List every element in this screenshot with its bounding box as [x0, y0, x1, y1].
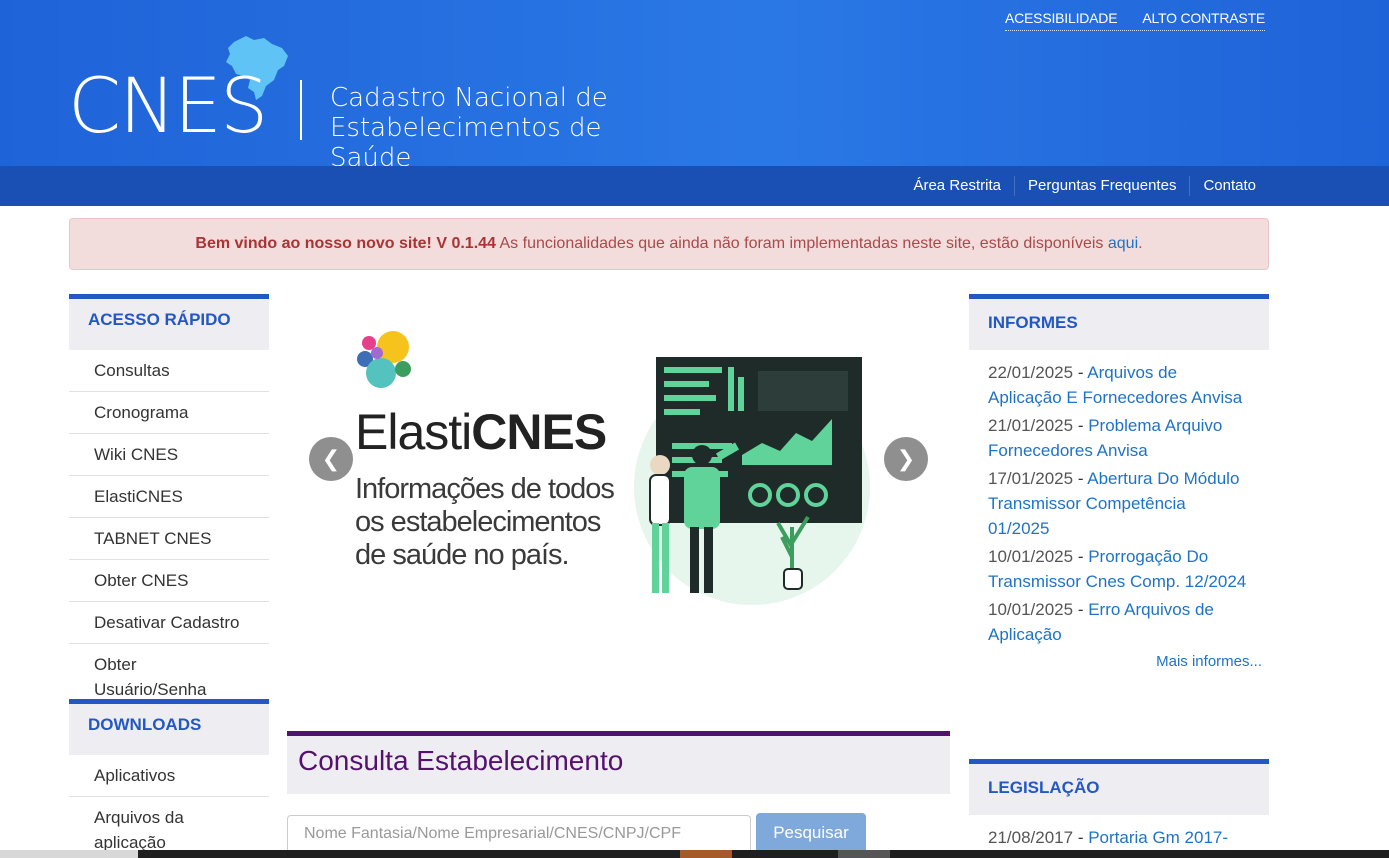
- taskbar-app-icon[interactable]: [838, 850, 890, 858]
- list-item: 21/08/2017 - Portaria Gm 2017-: [988, 828, 1229, 847]
- main-nav: Área Restrita Perguntas Frequentes Conta…: [0, 166, 1389, 206]
- quick-link-obter-cnes[interactable]: Obter CNES: [69, 560, 269, 602]
- brand-bold: CNES: [471, 404, 607, 460]
- legislacao-list: 21/08/2017 - Portaria Gm 2017-: [969, 815, 1269, 850]
- downloads-panel: DOWNLOADS Aplicativos Arquivos da aplica…: [69, 699, 269, 858]
- taskbar-strip: [138, 850, 1389, 858]
- quick-link-wiki[interactable]: Wiki CNES: [69, 434, 269, 476]
- list-item: 17/01/2025 - Abertura Do Módulo Transmis…: [988, 469, 1240, 538]
- elasticnes-tagline: Informações de todos os estabelecimentos…: [355, 473, 615, 572]
- informes-list: 22/01/2025 - Arquivos de Aplicação E For…: [969, 350, 1269, 647]
- downloads-title: DOWNLOADS: [69, 699, 269, 755]
- carousel-next-button[interactable]: ❯: [884, 437, 928, 481]
- alert-text: As funcionalidades que ainda não foram i…: [495, 235, 1108, 252]
- search-button[interactable]: Pesquisar: [756, 813, 866, 855]
- search-input[interactable]: Nome Fantasia/Nome Empresarial/CNES/CNPJ…: [287, 815, 751, 855]
- alert-bold: Bem vindo ao nosso novo site! V 0.1.44: [195, 235, 496, 252]
- quick-link-consultas[interactable]: Consultas: [69, 350, 269, 392]
- news-date: 17/01/2025: [988, 469, 1074, 488]
- quick-access-title: ACESSO RÁPIDO: [69, 294, 269, 350]
- news-date: 21/08/2017: [988, 828, 1074, 847]
- list-item: 10/01/2025 - Prorrogação Do Transmissor …: [988, 547, 1247, 591]
- quick-link-cronograma[interactable]: Cronograma: [69, 392, 269, 434]
- informes-panel: INFORMES 22/01/2025 - Arquivos de Aplica…: [969, 294, 1269, 670]
- site-logo[interactable]: CNES Cadastro Nacional de Estabeleciment…: [68, 34, 668, 173]
- consulta-header: Consulta Estabelecimento: [287, 731, 950, 794]
- list-item: 21/01/2025 - Problema Arquivo Fornecedor…: [988, 416, 1223, 460]
- os-taskbar: [0, 850, 1389, 858]
- news-date: 21/01/2025: [988, 416, 1074, 435]
- download-arquivos[interactable]: Arquivos da aplicação: [69, 797, 269, 858]
- news-date: 22/01/2025: [988, 363, 1074, 382]
- download-aplicativos[interactable]: Aplicativos: [69, 755, 269, 797]
- carousel-prev-button[interactable]: ❮: [309, 437, 353, 481]
- dashboard-illustration: [634, 357, 870, 605]
- logo-fullname: Cadastro Nacional de Estabelecimentos de…: [330, 83, 668, 173]
- accessibility-link[interactable]: ACESSIBILIDADE: [1005, 10, 1118, 30]
- logo-divider: [300, 80, 302, 140]
- list-item: 10/01/2025 - Erro Arquivos de Aplicação: [988, 600, 1214, 644]
- news-link[interactable]: Portaria Gm 2017-: [1088, 828, 1228, 847]
- more-informes-link[interactable]: Mais informes...: [969, 653, 1269, 670]
- quick-link-elasticnes[interactable]: ElastiCNES: [69, 476, 269, 518]
- alert-end: .: [1138, 235, 1143, 252]
- nav-contato[interactable]: Contato: [1189, 176, 1269, 196]
- quick-link-tabnet[interactable]: TABNET CNES: [69, 518, 269, 560]
- informes-title: INFORMES: [969, 294, 1269, 350]
- elasticnes-logo-icon: [357, 331, 411, 388]
- logo-line1: Cadastro Nacional de: [330, 83, 608, 113]
- alert-link[interactable]: aqui: [1108, 235, 1138, 252]
- quick-access-panel: ACESSO RÁPIDO Consultas Cronograma Wiki …: [69, 294, 269, 711]
- legislacao-panel: LEGISLAÇÃO 21/08/2017 - Portaria Gm 2017…: [969, 759, 1269, 853]
- welcome-alert: Bem vindo ao nosso novo site! V 0.1.44 A…: [69, 218, 1269, 270]
- nav-area-restrita[interactable]: Área Restrita: [900, 176, 1014, 196]
- list-item: 22/01/2025 - Arquivos de Aplicação E For…: [988, 363, 1243, 407]
- accessibility-links: ACESSIBILIDADE ALTO CONTRASTE: [1005, 10, 1265, 31]
- news-date: 10/01/2025: [988, 547, 1074, 566]
- elasticnes-brand: ElastiCNES: [355, 403, 607, 461]
- quick-link-desativar[interactable]: Desativar Cadastro: [69, 602, 269, 644]
- site-header: ACESSIBILIDADE ALTO CONTRASTE CNES Cadas…: [0, 0, 1389, 173]
- high-contrast-link[interactable]: ALTO CONTRASTE: [1142, 10, 1265, 30]
- consulta-title: Consulta Estabelecimento: [298, 745, 624, 776]
- nav-perguntas-frequentes[interactable]: Perguntas Frequentes: [1014, 176, 1189, 196]
- brand-light: Elasti: [355, 404, 472, 460]
- tagline-line3: de saúde no país.: [355, 539, 570, 571]
- banner-carousel: ElastiCNES Informações de todos os estab…: [287, 295, 950, 715]
- logo-line2: Estabelecimentos de Saúde: [330, 113, 602, 173]
- news-date: 10/01/2025: [988, 600, 1074, 619]
- tagline-line2: os estabelecimentos: [355, 506, 601, 538]
- legislacao-title: LEGISLAÇÃO: [969, 759, 1269, 815]
- taskbar-app-icon[interactable]: [680, 850, 732, 858]
- tagline-line1: Informações de todos: [355, 473, 615, 505]
- logo-acronym: CNES: [68, 61, 268, 150]
